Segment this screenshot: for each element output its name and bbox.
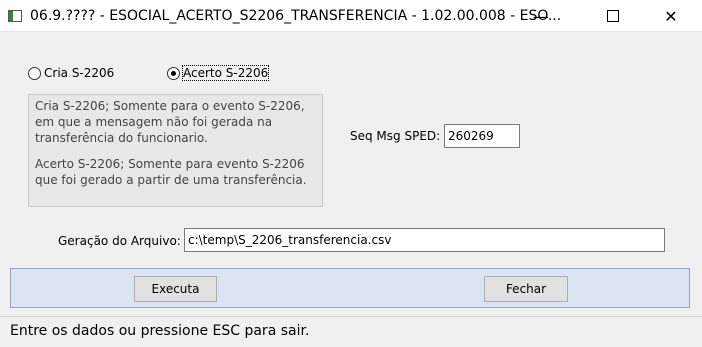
radio-acerto-label: Acerto S-2206 xyxy=(181,65,270,81)
status-bar: Entre os dados ou pressione ESC para sai… xyxy=(0,316,702,347)
radio-cria-s2206[interactable]: Cria S-2206 xyxy=(28,66,114,80)
radio-acerto-indicator[interactable] xyxy=(167,66,180,80)
arquivo-input[interactable]: c:\temp\S_2206_transferencia.csv xyxy=(184,228,665,252)
title-bar: 06.9.???? - ESOCIAL_ACERTO_S2206_TRANSFE… xyxy=(0,0,702,32)
radio-acerto-s2206[interactable]: Acerto S-2206 xyxy=(167,65,270,81)
executa-button[interactable]: Executa xyxy=(134,276,217,302)
seq-msg-input[interactable]: 260269 xyxy=(444,124,520,148)
info-cria-text: Cria S-2206; Somente para o evento S-220… xyxy=(35,99,305,145)
info-box: Cria S-2206; Somente para o evento S-220… xyxy=(28,94,323,207)
info-acerto-text: Acerto S-2206; Somente para evento S-220… xyxy=(35,157,307,187)
minimize-icon: — xyxy=(533,6,549,26)
radio-cria-label: Cria S-2206 xyxy=(44,66,115,80)
app-icon xyxy=(8,10,22,22)
button-panel xyxy=(10,268,690,308)
window-title: 06.9.???? - ESOCIAL_ACERTO_S2206_TRANSFE… xyxy=(30,8,562,24)
minimize-button[interactable]: — xyxy=(518,0,564,32)
fechar-button[interactable]: Fechar xyxy=(484,276,568,302)
arquivo-label: Geração do Arquivo: xyxy=(58,234,181,248)
close-icon: ✕ xyxy=(664,6,678,26)
maximize-icon xyxy=(607,10,619,22)
seq-msg-label: Seq Msg SPED: xyxy=(350,129,441,143)
status-text: Entre os dados ou pressione ESC para sai… xyxy=(10,323,310,339)
maximize-button[interactable] xyxy=(590,0,636,32)
radio-cria-indicator[interactable] xyxy=(28,66,41,80)
close-button[interactable]: ✕ xyxy=(648,0,694,32)
